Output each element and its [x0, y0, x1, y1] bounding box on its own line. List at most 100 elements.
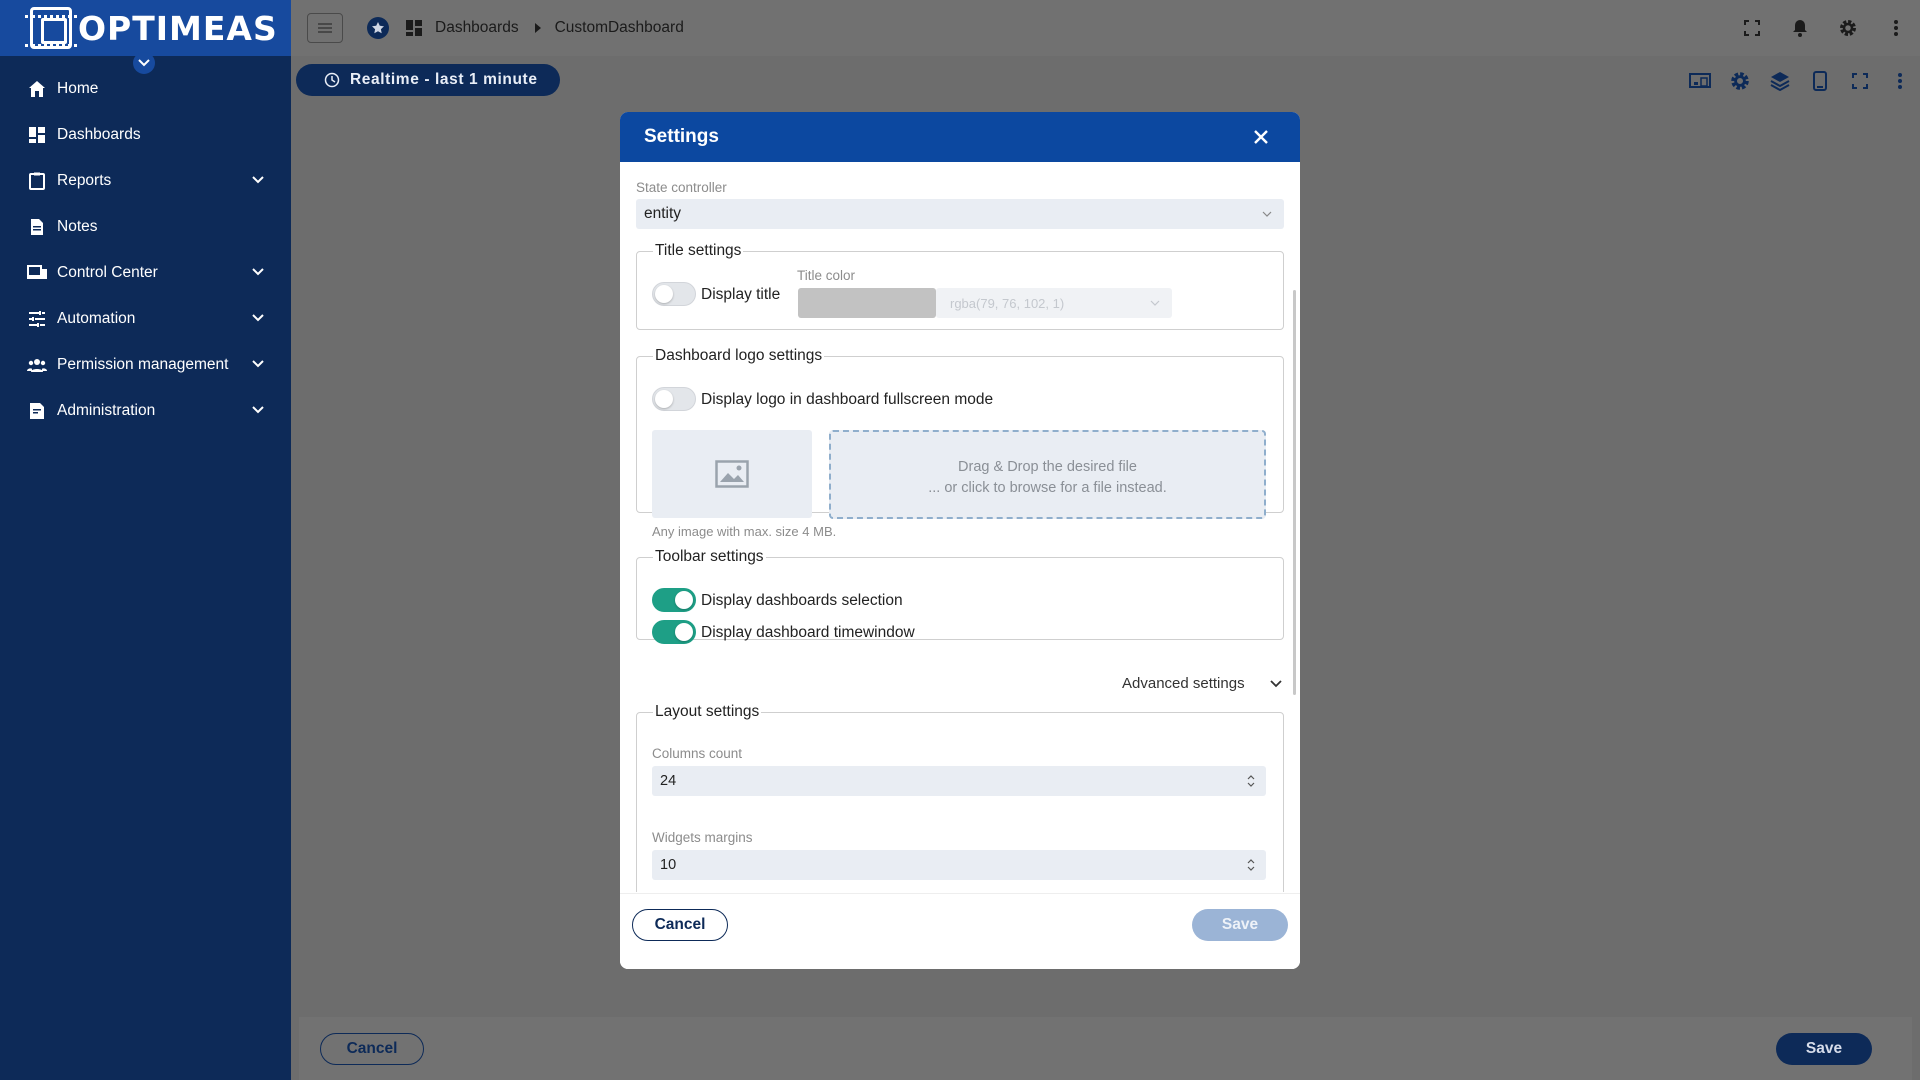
logo-settings-legend: Dashboard logo settings — [655, 347, 823, 364]
sidebar-nav: Home Dashboards Reports Notes Control Ce… — [0, 66, 291, 434]
sidebar-item-notes[interactable]: Notes — [0, 204, 291, 250]
sidebar-item-label: Home — [57, 80, 99, 97]
clipboard-icon — [27, 171, 47, 191]
spinner-arrows-icon[interactable] — [1246, 773, 1256, 789]
display-logo-label: Display logo in dashboard fullscreen mod… — [701, 391, 994, 408]
advanced-settings-label: Advanced settings — [1122, 675, 1245, 692]
sidebar-item-label: Dashboards — [57, 126, 141, 143]
state-controller-label: State controller — [636, 180, 727, 195]
dashboard-icon — [406, 20, 422, 36]
sidebar-item-label: Notes — [57, 218, 98, 235]
admin-document-icon — [27, 401, 47, 421]
columns-count-input[interactable]: 24 — [652, 766, 1266, 796]
more-options-button[interactable] — [1872, 8, 1920, 48]
image-placeholder-icon — [715, 460, 749, 488]
sidebar: OPTIMEAS Home Dashboards Reports Notes C… — [0, 0, 291, 1080]
dashboard-edit-footer: Cancel Save — [299, 1017, 1912, 1080]
dashboard-icon — [27, 125, 47, 145]
dropzone-line-1: Drag & Drop the desired file — [958, 459, 1137, 475]
title-settings-legend: Title settings — [655, 242, 742, 259]
settings-button[interactable] — [1824, 8, 1872, 48]
logo-preview — [652, 430, 812, 518]
devices-icon — [1689, 73, 1711, 88]
toolbar-settings-legend: Toolbar settings — [655, 548, 764, 565]
settings-dialog: Settings State controller entity Title s… — [620, 112, 1300, 969]
display-title-label: Display title — [701, 286, 781, 303]
bell-icon — [1793, 20, 1807, 37]
notifications-button[interactable] — [1776, 8, 1824, 48]
spinner-arrows-icon[interactable] — [1246, 857, 1256, 873]
gear-icon — [1731, 72, 1749, 90]
sidebar-item-reports[interactable]: Reports — [0, 158, 291, 204]
menu-toggle-button[interactable] — [307, 13, 343, 43]
display-timewindow-label: Display dashboard timewindow — [701, 624, 915, 641]
sidebar-item-home[interactable]: Home — [0, 66, 291, 112]
brand-bar: OPTIMEAS — [0, 0, 291, 74]
widgets-margins-value: 10 — [660, 857, 677, 873]
dashboard-settings-button[interactable] — [1720, 64, 1760, 98]
dialog-body: State controller entity Title settings D… — [620, 162, 1300, 892]
note-icon — [27, 217, 47, 237]
top-actions — [1728, 0, 1920, 56]
sidebar-item-control-center[interactable]: Control Center — [0, 250, 291, 296]
sidebar-item-label: Permission management — [57, 356, 229, 373]
dashboard-fullscreen-button[interactable] — [1840, 64, 1880, 98]
display-dashboards-selection-toggle[interactable] — [652, 588, 696, 612]
fullscreen-button[interactable] — [1728, 8, 1776, 48]
fullscreen-icon — [1852, 73, 1868, 89]
more-vert-icon — [1898, 73, 1902, 89]
cancel-button[interactable]: Cancel — [632, 909, 728, 941]
state-controller-select[interactable]: entity — [636, 199, 1284, 229]
title-color-value: rgba(79, 76, 102, 1) — [950, 295, 1065, 311]
favorite-star-icon[interactable] — [367, 17, 389, 39]
logo-dropzone[interactable]: Drag & Drop the desired file ... or clic… — [829, 430, 1266, 519]
gear-icon — [1840, 20, 1856, 36]
smartphone-icon — [1813, 71, 1827, 91]
widgets-margins-input[interactable]: 10 — [652, 850, 1266, 880]
clock-icon — [324, 72, 340, 88]
timewindow-button[interactable]: Realtime - last 1 minute — [296, 64, 560, 96]
title-color-select[interactable]: rgba(79, 76, 102, 1) — [936, 288, 1172, 318]
close-icon[interactable] — [1250, 126, 1272, 148]
sidebar-item-label: Administration — [57, 402, 156, 419]
dialog-scrollbar[interactable] — [1293, 290, 1296, 695]
devices-icon — [27, 263, 47, 283]
display-logo-toggle[interactable] — [652, 387, 696, 411]
people-icon — [27, 355, 47, 375]
dashboard-more-button[interactable] — [1880, 64, 1920, 98]
sidebar-item-administration[interactable]: Administration — [0, 388, 291, 434]
more-vert-icon — [1894, 20, 1898, 36]
chevron-down-icon — [252, 268, 264, 276]
mobile-view-button[interactable] — [1800, 64, 1840, 98]
dashboard-save-button[interactable]: Save — [1776, 1033, 1872, 1065]
chevron-down-icon — [252, 406, 264, 414]
advanced-settings-toggle[interactable]: Advanced settings — [1122, 675, 1282, 692]
chevron-down-icon — [252, 176, 264, 184]
layout-settings-legend: Layout settings — [655, 703, 760, 720]
title-color-swatch[interactable] — [798, 288, 936, 318]
chevron-down-icon — [252, 314, 264, 322]
breadcrumb-dashboards[interactable]: Dashboards — [435, 19, 519, 37]
title-color-label: Title color — [797, 268, 856, 283]
chevron-down-icon — [252, 360, 264, 368]
chevron-down-icon — [1270, 680, 1282, 688]
sidebar-item-permission-management[interactable]: Permission management — [0, 342, 291, 388]
widgets-margins-label: Widgets margins — [652, 830, 753, 845]
save-button[interactable]: Save — [1192, 909, 1288, 941]
sidebar-item-dashboards[interactable]: Dashboards — [0, 112, 291, 158]
dashboard-cancel-button[interactable]: Cancel — [320, 1033, 424, 1065]
tune-icon — [27, 309, 47, 329]
columns-count-label: Columns count — [652, 746, 743, 761]
sidebar-item-label: Automation — [57, 310, 136, 327]
state-controller-value: entity — [644, 205, 682, 222]
brand-logo[interactable]: OPTIMEAS — [78, 9, 278, 48]
sidebar-item-automation[interactable]: Automation — [0, 296, 291, 342]
dialog-title: Settings — [644, 126, 719, 147]
display-timewindow-toggle[interactable] — [652, 620, 696, 644]
manage-layouts-button[interactable] — [1760, 64, 1800, 98]
display-title-toggle[interactable] — [652, 282, 696, 306]
manage-states-button[interactable] — [1680, 64, 1720, 98]
display-dashboards-selection-label: Display dashboards selection — [701, 592, 903, 609]
chevron-down-icon — [1150, 300, 1160, 306]
top-bar: Dashboards CustomDashboard — [291, 0, 1920, 56]
